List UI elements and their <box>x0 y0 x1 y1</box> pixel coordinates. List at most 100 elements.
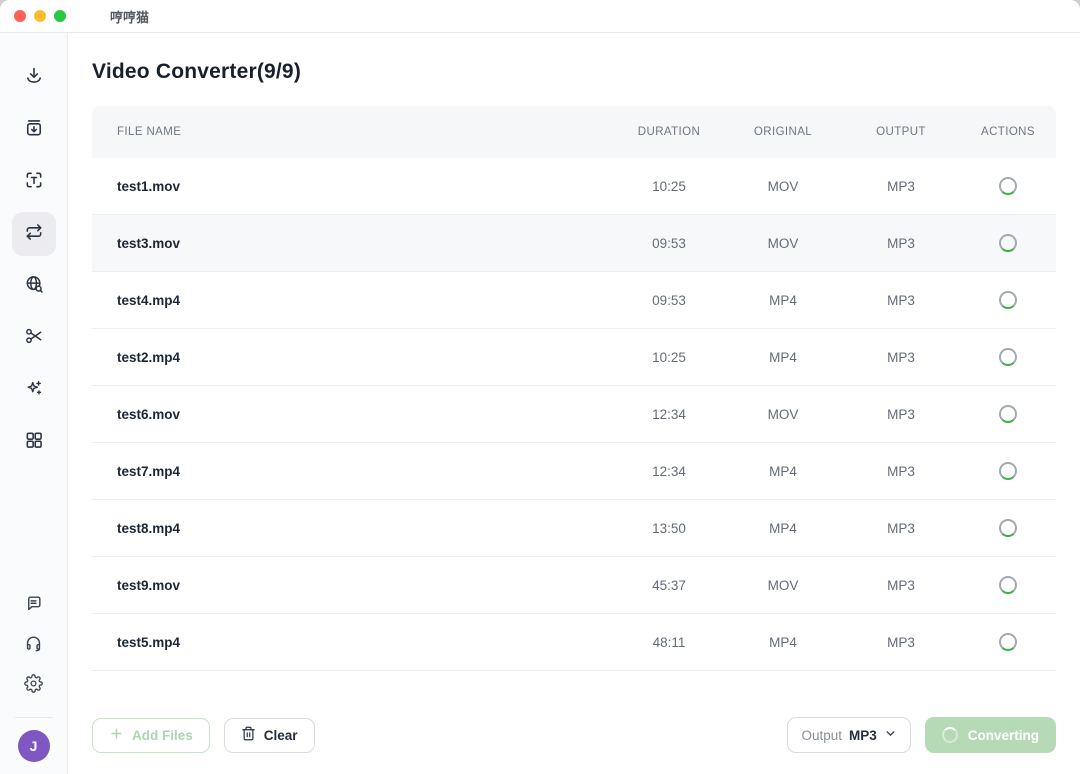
column-header-file-name: FILE NAME <box>92 126 614 138</box>
sidebar-item-batch-download[interactable] <box>12 108 56 152</box>
minimize-button[interactable] <box>34 10 46 22</box>
ai-sparkles-icon <box>24 378 44 403</box>
file-name-cell: test8.mp4 <box>92 521 614 536</box>
original-format-cell: MP4 <box>724 635 842 650</box>
file-table: FILE NAME DURATION ORIGINAL OUTPUT ACTIO… <box>92 106 1056 671</box>
duration-cell: 09:53 <box>614 293 724 308</box>
sidebar-item-text-capture[interactable] <box>12 160 56 204</box>
sidebar-item-feedback[interactable] <box>15 587 53 625</box>
apps-grid-icon <box>24 430 44 455</box>
window-title: 哼哼猫 <box>110 7 149 26</box>
add-files-label: Add Files <box>132 728 193 743</box>
sidebar-item-convert[interactable] <box>12 212 56 256</box>
trim-scissors-icon <box>24 326 44 351</box>
output-format-cell: MP3 <box>842 350 960 365</box>
original-format-cell: MP4 <box>724 293 842 308</box>
duration-cell: 13:50 <box>614 521 724 536</box>
output-format-cell: MP3 <box>842 578 960 593</box>
table-row[interactable]: test7.mp4 12:34 MP4 MP3 <box>92 443 1056 500</box>
add-files-button[interactable]: Add Files <box>92 718 210 753</box>
table-row[interactable]: test8.mp4 13:50 MP4 MP3 <box>92 500 1056 557</box>
actions-cell <box>960 348 1056 366</box>
trash-icon <box>241 726 256 744</box>
clear-button[interactable]: Clear <box>224 718 315 753</box>
support-headset-icon <box>24 634 43 658</box>
table-header: FILE NAME DURATION ORIGINAL OUTPUT ACTIO… <box>92 106 1056 158</box>
file-name-cell: test5.mp4 <box>92 635 614 650</box>
table-row[interactable]: test1.mov 10:25 MOV MP3 <box>92 158 1056 215</box>
output-value: MP3 <box>849 728 877 743</box>
footer-bar: Add Files Clear Output MP3 Converting <box>92 717 1056 753</box>
file-name-cell: test2.mp4 <box>92 350 614 365</box>
web-search-icon <box>24 274 44 299</box>
download-icon <box>24 66 44 91</box>
table-row[interactable]: test4.mp4 09:53 MP4 MP3 <box>92 272 1056 329</box>
original-format-cell: MOV <box>724 578 842 593</box>
file-name-cell: test6.mov <box>92 407 614 422</box>
progress-ring-icon[interactable] <box>999 234 1017 252</box>
table-row[interactable]: test2.mp4 10:25 MP4 MP3 <box>92 329 1056 386</box>
duration-cell: 45:37 <box>614 578 724 593</box>
batch-download-icon <box>24 118 44 143</box>
sidebar-item-web-search[interactable] <box>12 264 56 308</box>
feedback-icon <box>24 594 43 618</box>
original-format-cell: MP4 <box>724 521 842 536</box>
actions-cell <box>960 519 1056 537</box>
duration-cell: 09:53 <box>614 236 724 251</box>
sidebar-divider <box>15 717 53 718</box>
actions-cell <box>960 462 1056 480</box>
clear-label: Clear <box>264 728 298 743</box>
table-row[interactable]: test6.mov 12:34 MOV MP3 <box>92 386 1056 443</box>
converting-label: Converting <box>968 728 1039 743</box>
app-window: 哼哼猫 <box>0 0 1080 774</box>
actions-cell <box>960 576 1056 594</box>
sidebar-item-trim[interactable] <box>12 316 56 360</box>
progress-ring-icon[interactable] <box>999 348 1017 366</box>
progress-ring-icon[interactable] <box>999 405 1017 423</box>
converting-button[interactable]: Converting <box>925 717 1056 753</box>
original-format-cell: MP4 <box>724 350 842 365</box>
traffic-lights <box>14 10 66 22</box>
file-name-cell: test7.mp4 <box>92 464 614 479</box>
close-button[interactable] <box>14 10 26 22</box>
page-title: Video Converter(9/9) <box>92 58 1056 86</box>
sidebar-item-ai-tools[interactable] <box>12 368 56 412</box>
file-name-cell: test4.mp4 <box>92 293 614 308</box>
column-header-actions: ACTIONS <box>960 126 1056 138</box>
progress-ring-icon[interactable] <box>999 633 1017 651</box>
progress-ring-icon[interactable] <box>999 519 1017 537</box>
main-content: Video Converter(9/9) FILE NAME DURATION … <box>68 33 1080 774</box>
actions-cell <box>960 291 1056 309</box>
table-row[interactable]: test9.mov 45:37 MOV MP3 <box>92 557 1056 614</box>
duration-cell: 12:34 <box>614 407 724 422</box>
progress-ring-icon[interactable] <box>999 177 1017 195</box>
file-name-cell: test3.mov <box>92 236 614 251</box>
progress-ring-icon[interactable] <box>999 576 1017 594</box>
original-format-cell: MOV <box>724 179 842 194</box>
output-format-cell: MP3 <box>842 635 960 650</box>
actions-cell <box>960 177 1056 195</box>
output-format-cell: MP3 <box>842 407 960 422</box>
table-row[interactable]: test3.mov 09:53 MOV MP3 <box>92 215 1056 272</box>
actions-cell <box>960 405 1056 423</box>
progress-ring-icon[interactable] <box>999 291 1017 309</box>
sidebar-item-apps[interactable] <box>12 420 56 464</box>
sidebar-item-support[interactable] <box>15 627 53 665</box>
sidebar-item-download[interactable] <box>12 56 56 100</box>
file-name-cell: test9.mov <box>92 578 614 593</box>
output-format-cell: MP3 <box>842 179 960 194</box>
output-format-dropdown[interactable]: Output MP3 <box>787 717 910 753</box>
convert-icon <box>24 222 44 247</box>
duration-cell: 48:11 <box>614 635 724 650</box>
output-format-cell: MP3 <box>842 293 960 308</box>
column-header-duration: DURATION <box>614 126 724 138</box>
original-format-cell: MP4 <box>724 464 842 479</box>
zoom-button[interactable] <box>54 10 66 22</box>
titlebar: 哼哼猫 <box>0 0 1080 33</box>
output-format-cell: MP3 <box>842 521 960 536</box>
avatar[interactable]: J <box>18 730 50 762</box>
progress-ring-icon[interactable] <box>999 462 1017 480</box>
sidebar-item-settings[interactable] <box>15 667 53 705</box>
table-row[interactable]: test5.mp4 48:11 MP4 MP3 <box>92 614 1056 671</box>
chevron-down-icon <box>884 727 897 743</box>
